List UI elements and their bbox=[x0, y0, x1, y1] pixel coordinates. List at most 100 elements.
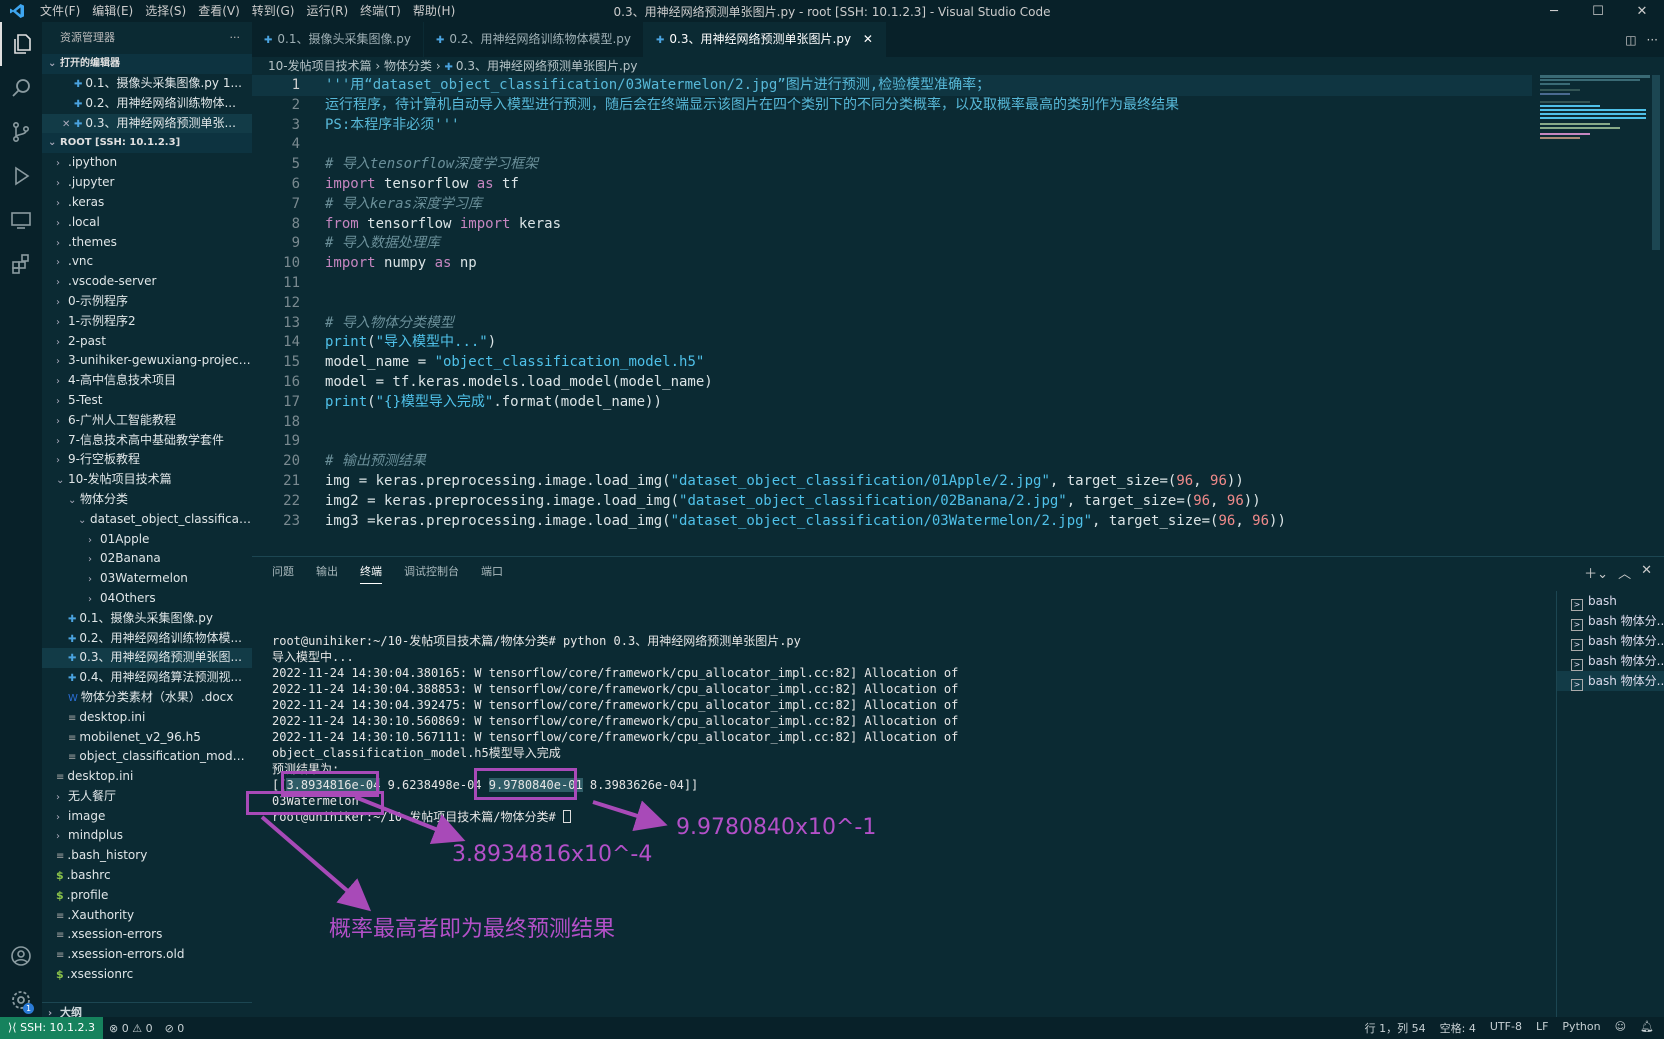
language-mode[interactable]: Python bbox=[1562, 1020, 1600, 1036]
open-editors-section[interactable]: ⌄ 打开的编辑器 bbox=[42, 54, 252, 74]
breadcrumb-item[interactable]: 0.3、用神经网络预测单张图片.py bbox=[456, 59, 638, 73]
notifications-icon[interactable]: 🔔︎ bbox=[1640, 1020, 1654, 1036]
tab-output[interactable]: 输出 bbox=[316, 563, 338, 584]
folder-item[interactable]: › 无人餐厅 bbox=[42, 787, 252, 807]
remote-explorer-icon[interactable] bbox=[0, 198, 42, 242]
folder-item[interactable]: › 2-past bbox=[42, 332, 252, 352]
menu-item[interactable]: 帮助(H) bbox=[407, 0, 461, 22]
file-item[interactable]: ✚ 0.3、用神经网络预测单张图... bbox=[42, 648, 252, 669]
folder-item[interactable]: › .themes bbox=[42, 233, 252, 253]
menu-item[interactable]: 终端(T) bbox=[354, 0, 407, 22]
folder-item[interactable]: › 7-信息技术高中基础教学套件 bbox=[42, 431, 252, 451]
file-item[interactable]: $ .profile bbox=[42, 886, 252, 906]
more-actions-icon[interactable]: ··· bbox=[1647, 33, 1658, 47]
file-item[interactable]: ✚ 0.1、摄像头采集图像.py bbox=[42, 609, 252, 629]
file-item[interactable]: ≡ .Xauthority bbox=[42, 906, 252, 926]
tab-ports[interactable]: 端口 bbox=[481, 563, 503, 584]
open-editor-item[interactable]: ✚ 0.2、用神经网络训练物体... bbox=[42, 94, 252, 114]
menu-item[interactable]: 运行(R) bbox=[300, 0, 354, 22]
folder-item[interactable]: › .keras bbox=[42, 193, 252, 213]
maximize-panel-icon[interactable]: ︿ bbox=[1618, 563, 1631, 582]
tab-capture[interactable]: ✚ 0.1、摄像头采集图像.py bbox=[252, 22, 425, 57]
code-line[interactable]: 21 img = keras.preprocessing.image.load_i… bbox=[252, 471, 1532, 492]
code-line[interactable]: 14 print("导入模型中...") bbox=[252, 332, 1532, 353]
code-line[interactable]: 9 # 导入数据处理库 bbox=[252, 233, 1532, 254]
open-editor-item[interactable]: ✕ ✚ 0.3、用神经网络预测单张... bbox=[42, 113, 252, 134]
tab-predict[interactable]: ✚ 0.3、用神经网络预测单张图片.py ✕ bbox=[644, 22, 886, 57]
code-line[interactable]: 5 # 导入tensorflow深度学习框架 bbox=[252, 154, 1532, 175]
root-folder-section[interactable]: ⌄ ROOT [SSH: 10.1.2.3] bbox=[42, 133, 252, 154]
file-item[interactable]: ✚ 0.2、用神经网络训练物体模... bbox=[42, 629, 252, 649]
menu-item[interactable]: 查看(V) bbox=[192, 0, 246, 22]
run-debug-icon[interactable] bbox=[0, 154, 42, 198]
code-line[interactable]: 22 img2 = keras.preprocessing.image.load_… bbox=[252, 491, 1532, 512]
menu-item[interactable]: 选择(S) bbox=[139, 0, 192, 22]
folder-item[interactable]: › .local bbox=[42, 213, 252, 233]
tab-train[interactable]: ✚ 0.2、用神经网络训练物体模型.py bbox=[424, 22, 645, 57]
code-line[interactable]: 6 import tensorflow as tf bbox=[252, 174, 1532, 195]
file-item[interactable]: ≡ .xsession-errors bbox=[42, 925, 252, 945]
folder-item[interactable]: › 1-示例程序2 bbox=[42, 312, 252, 332]
menu-item[interactable]: 文件(F) bbox=[34, 0, 86, 22]
folder-item[interactable]: › 03Watermelon bbox=[42, 569, 252, 589]
folder-item[interactable]: › 04Others bbox=[42, 589, 252, 609]
folder-item[interactable]: › 0-示例程序 bbox=[42, 292, 252, 312]
code-line[interactable]: 13 # 导入物体分类模型 bbox=[252, 313, 1532, 334]
terminal-instance[interactable]: > bash 物体分... bbox=[1557, 671, 1664, 691]
minimize-icon[interactable]: ─ bbox=[1532, 0, 1576, 22]
feedback-icon[interactable]: ☺ bbox=[1615, 1020, 1626, 1036]
settings-gear-icon[interactable]: 1 bbox=[0, 978, 42, 1022]
folder-item[interactable]: › .jupyter bbox=[42, 173, 252, 193]
terminal-instance[interactable]: > bash 物体分... bbox=[1557, 651, 1664, 671]
file-item[interactable]: ≡ desktop.ini bbox=[42, 767, 252, 787]
folder-item[interactable]: › .vnc bbox=[42, 252, 252, 272]
folder-item[interactable]: › 9-行空板教程 bbox=[42, 450, 252, 470]
tab-debug-console[interactable]: 调试控制台 bbox=[404, 563, 459, 584]
file-item[interactable]: $ .bashrc bbox=[42, 866, 252, 886]
folder-item[interactable]: › 6-广州人工智能教程 bbox=[42, 411, 252, 431]
breadcrumb-item[interactable]: 10-发帖项目技术篇 bbox=[268, 59, 372, 73]
folder-item[interactable]: › 5-Test bbox=[42, 391, 252, 411]
close-panel-icon[interactable]: ✕ bbox=[1641, 563, 1652, 582]
code-line[interactable]: 17 print("{}模型导入完成".format(model_name)) bbox=[252, 392, 1532, 413]
breadcrumb-item[interactable]: 物体分类 bbox=[384, 59, 432, 73]
extensions-icon[interactable] bbox=[0, 242, 42, 286]
file-item[interactable]: W 物体分类素材（水果）.docx bbox=[42, 688, 252, 708]
source-control-icon[interactable] bbox=[0, 110, 42, 154]
folder-item[interactable]: ⌄ 物体分类 bbox=[42, 490, 252, 510]
folder-item[interactable]: › image bbox=[42, 807, 252, 827]
code-line[interactable]: 8 from tensorflow import keras bbox=[252, 214, 1532, 235]
folder-item[interactable]: › 3-unihiker-gewuxiang-projects-... bbox=[42, 351, 252, 371]
file-item[interactable]: ≡ object_classification_model.h5 bbox=[42, 747, 252, 767]
minimap[interactable] bbox=[1540, 75, 1650, 145]
close-tab-icon[interactable]: ✕ bbox=[863, 32, 873, 46]
editor-scrollbar[interactable] bbox=[1652, 75, 1660, 250]
encoding[interactable]: UTF-8 bbox=[1490, 1020, 1522, 1036]
cursor-position[interactable]: 行 1，列 54 bbox=[1365, 1020, 1426, 1036]
menu-item[interactable]: 编辑(E) bbox=[86, 0, 139, 22]
code-line[interactable]: 10 import numpy as np bbox=[252, 253, 1532, 274]
file-item[interactable]: ✚ 0.4、用神经网络算法预测视... bbox=[42, 668, 252, 688]
indentation[interactable]: 空格: 4 bbox=[1440, 1020, 1476, 1036]
code-line[interactable]: 11 bbox=[252, 273, 1532, 294]
folder-item[interactable]: › 4-高中信息技术项目 bbox=[42, 371, 252, 391]
folder-item[interactable]: ⌄ dataset_object_classification bbox=[42, 510, 252, 530]
code-line[interactable]: 23 img3 =keras.preprocessing.image.load_i… bbox=[252, 511, 1532, 532]
menu-item[interactable]: 转到(G) bbox=[246, 0, 301, 22]
account-icon[interactable] bbox=[0, 934, 42, 978]
ports-indicator[interactable]: ⊘ 0 bbox=[159, 1022, 191, 1035]
new-terminal-icon[interactable]: ＋⌄ bbox=[1584, 563, 1608, 582]
code-line[interactable]: 2 运行程序，待计算机自动导入模型进行预测，随后会在终端显示该图片在四个类别下的不… bbox=[252, 95, 1532, 116]
folder-item[interactable]: › .vscode-server bbox=[42, 272, 252, 292]
maximize-icon[interactable]: ☐ bbox=[1576, 0, 1620, 22]
code-line[interactable]: 7 # 导入keras深度学习库 bbox=[252, 194, 1532, 215]
folder-item[interactable]: › .ipython bbox=[42, 153, 252, 173]
code-line[interactable]: 12 bbox=[252, 293, 1532, 314]
code-line[interactable]: 18 bbox=[252, 412, 1532, 433]
code-line[interactable]: 15 model_name = "object_classification_mo… bbox=[252, 352, 1532, 373]
terminal-instance[interactable]: > bash 物体分... bbox=[1557, 611, 1664, 631]
terminal-instance[interactable]: > bash 物体分... bbox=[1557, 631, 1664, 651]
tab-problems[interactable]: 问题 bbox=[272, 563, 294, 584]
terminal-instance[interactable]: > bash bbox=[1557, 591, 1664, 611]
folder-item[interactable]: ⌄ 10-发帖项目技术篇 bbox=[42, 470, 252, 490]
